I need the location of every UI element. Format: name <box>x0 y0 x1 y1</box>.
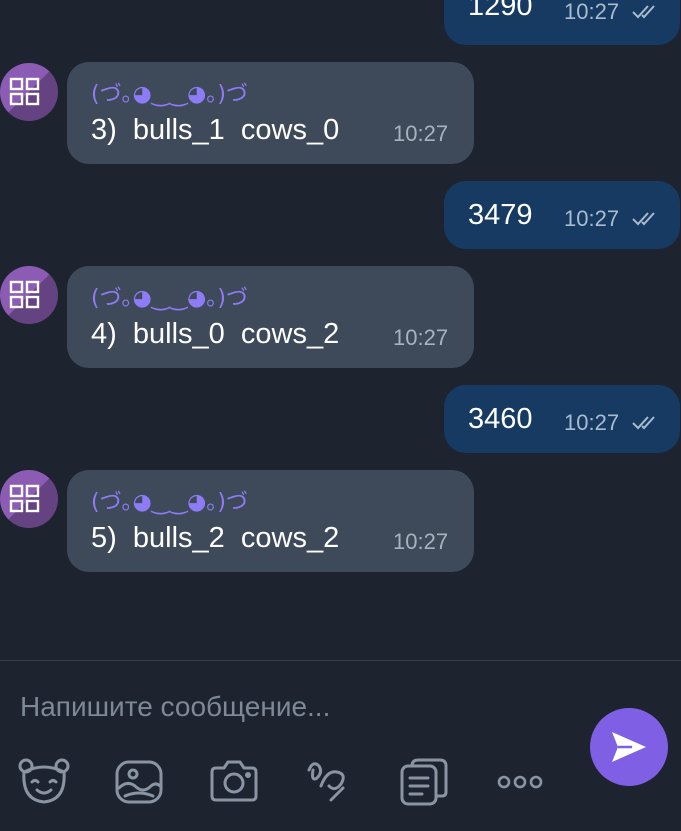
send-button[interactable] <box>590 708 668 786</box>
incoming-message[interactable]: (づ｡◕‿‿◕｡)づ 4) bulls_0 cows_2 10:27 <box>67 266 474 368</box>
double-check-icon <box>632 415 662 431</box>
incoming-message[interactable]: (づ｡◕‿‿◕｡)づ 3) bulls_1 cows_0 10:27 <box>67 62 474 164</box>
outgoing-message[interactable]: 3479 10:27 <box>444 181 680 249</box>
clipboard-icon[interactable] <box>398 756 450 808</box>
message-composer: Напишите сообщение... <box>0 661 681 831</box>
message-text: 3460 <box>468 403 533 435</box>
message-time: 10:27 <box>564 410 620 435</box>
message-input[interactable]: Напишите сообщение... <box>20 691 330 723</box>
message-text: 3) bulls_1 cows_0 <box>91 114 340 146</box>
message-time: 10:27 <box>393 325 449 350</box>
message-time: 10:27 <box>393 529 449 554</box>
doodle-icon[interactable] <box>303 756 355 808</box>
gallery-icon[interactable] <box>113 756 165 808</box>
message-text: 5) bulls_2 cows_2 <box>91 522 340 554</box>
message-list[interactable]: 1290 10:27 (づ｡◕‿‿◕｡)づ 3) bulls_1 cows_0 … <box>0 0 681 660</box>
message-text: 4) bulls_0 cows_2 <box>91 318 340 350</box>
message-time: 10:27 <box>564 206 620 231</box>
avatar[interactable] <box>0 266 58 324</box>
incoming-message[interactable]: (づ｡◕‿‿◕｡)づ 5) bulls_2 cows_2 10:27 <box>67 470 474 572</box>
sticker-bear-icon[interactable] <box>18 756 70 808</box>
sender-name[interactable]: (づ｡◕‿‿◕｡)づ <box>91 76 248 108</box>
sender-name[interactable]: (づ｡◕‿‿◕｡)づ <box>91 280 248 312</box>
outgoing-message[interactable]: 3460 10:27 <box>444 385 680 453</box>
send-icon <box>612 732 646 762</box>
sender-name[interactable]: (づ｡◕‿‿◕｡)づ <box>91 484 248 516</box>
more-dots-icon[interactable] <box>494 756 546 808</box>
message-time: 10:27 <box>393 121 449 146</box>
outgoing-message[interactable]: 1290 10:27 <box>444 0 680 45</box>
avatar[interactable] <box>0 470 58 528</box>
camera-icon[interactable] <box>208 756 260 808</box>
double-check-icon <box>632 211 662 227</box>
message-text: 3479 <box>468 199 533 231</box>
double-check-icon <box>632 4 662 20</box>
message-text: 1290 <box>468 0 533 22</box>
avatar[interactable] <box>0 63 58 121</box>
message-time: 10:27 <box>564 0 620 24</box>
